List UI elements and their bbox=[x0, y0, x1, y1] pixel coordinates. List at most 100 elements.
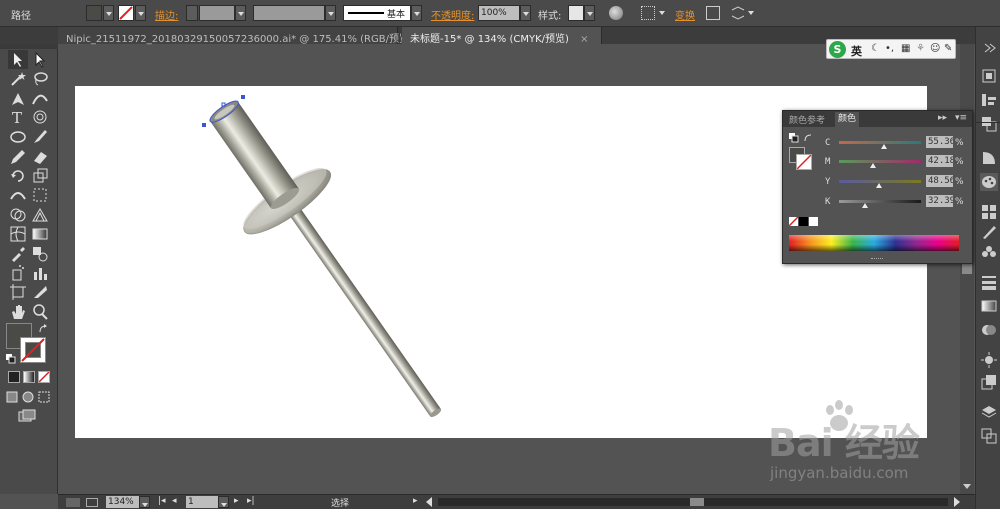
free-transform-tool-icon[interactable] bbox=[30, 185, 50, 204]
blend-tool-icon[interactable] bbox=[30, 244, 50, 263]
last-artboard-icon[interactable]: ▸| bbox=[247, 496, 255, 506]
draw-inside-icon[interactable] bbox=[38, 391, 50, 403]
brushes-panel-icon[interactable] bbox=[980, 223, 998, 241]
brush-dropdown[interactable] bbox=[411, 5, 422, 21]
swatches-panel-icon[interactable] bbox=[980, 203, 998, 221]
ime-punct-icon[interactable]: •, bbox=[885, 43, 894, 54]
zoom-level-input[interactable]: 134% bbox=[106, 496, 139, 508]
spiral-tool-icon[interactable] bbox=[30, 108, 50, 127]
zoom-dropdown[interactable] bbox=[139, 496, 150, 508]
panel-stroke-swatch[interactable] bbox=[796, 154, 812, 170]
stroke-color-swatch[interactable] bbox=[118, 5, 134, 21]
transform-panel-icon[interactable] bbox=[980, 67, 998, 85]
column-graph-tool-icon[interactable] bbox=[30, 263, 50, 282]
direct-selection-tool-icon[interactable] bbox=[30, 50, 50, 69]
draw-behind-icon[interactable] bbox=[22, 391, 34, 403]
zoom-tool-icon[interactable] bbox=[30, 302, 50, 321]
slider-track[interactable] bbox=[839, 200, 921, 203]
shape-builder-tool-icon[interactable] bbox=[8, 205, 28, 224]
slider-thumb[interactable] bbox=[862, 203, 869, 208]
stroke-weight-stepper[interactable] bbox=[186, 5, 198, 21]
anchor-point[interactable] bbox=[221, 102, 226, 107]
graphic-style-swatch[interactable] bbox=[568, 5, 584, 21]
document-tab-nipic[interactable]: Nipic_21511972_20180329150057236000.ai* … bbox=[58, 27, 432, 45]
transform-options-icon[interactable] bbox=[731, 6, 745, 20]
stroke-weight-label[interactable]: 描边: bbox=[155, 7, 178, 22]
mesh-tool-icon[interactable] bbox=[8, 224, 28, 243]
white-swatch[interactable] bbox=[809, 217, 818, 226]
stroke-weight-input[interactable] bbox=[199, 5, 235, 21]
collapse-panel-icon[interactable]: ▸▸ bbox=[938, 113, 947, 123]
slider-thumb[interactable] bbox=[870, 163, 877, 168]
variable-width-profile[interactable] bbox=[253, 5, 325, 21]
tab-close-icon[interactable]: × bbox=[580, 34, 588, 45]
document-tab-untitled-15[interactable]: 未标题-15* @ 134% (CMYK/预览) × bbox=[402, 27, 602, 45]
color-guide-panel-icon[interactable] bbox=[980, 149, 998, 167]
align-panel-icon[interactable] bbox=[980, 91, 998, 109]
color-panel-icon[interactable] bbox=[980, 173, 998, 191]
swap-fill-stroke-icon[interactable] bbox=[38, 324, 48, 334]
graphic-styles-panel-icon[interactable] bbox=[980, 373, 998, 391]
tab-color[interactable]: 颜色 bbox=[835, 112, 860, 127]
tab-color-guide[interactable]: 颜色参考 bbox=[789, 113, 825, 126]
magic-wand-tool-icon[interactable] bbox=[8, 69, 28, 88]
opacity-label[interactable]: 不透明度: bbox=[431, 7, 474, 22]
ime-mode-label[interactable]: 英 bbox=[851, 43, 862, 59]
draw-normal-icon[interactable] bbox=[6, 391, 18, 403]
slider-track[interactable] bbox=[839, 160, 921, 163]
layers-panel-icon[interactable] bbox=[980, 403, 998, 421]
symbol-sprayer-tool-icon[interactable] bbox=[8, 263, 28, 282]
scale-tool-icon[interactable] bbox=[30, 166, 50, 185]
status-export-icon[interactable] bbox=[86, 498, 98, 507]
scroll-down-icon[interactable] bbox=[963, 484, 971, 489]
none-swatch[interactable] bbox=[788, 216, 799, 227]
eyedropper-tool-icon[interactable] bbox=[8, 244, 28, 263]
align-dropdown[interactable] bbox=[657, 5, 668, 21]
perspective-grid-tool-icon[interactable] bbox=[30, 205, 50, 224]
slider-thumb[interactable] bbox=[881, 144, 888, 149]
symbols-panel-icon[interactable] bbox=[980, 243, 998, 261]
stroke-dropdown[interactable] bbox=[135, 5, 146, 21]
color-mode-button[interactable] bbox=[8, 371, 20, 383]
swap-colors-icon[interactable] bbox=[803, 133, 813, 143]
slider-value-input[interactable]: 42.18 bbox=[926, 155, 953, 167]
pathfinder-panel-icon[interactable] bbox=[980, 115, 998, 133]
none-mode-button[interactable] bbox=[38, 371, 50, 383]
transform-link[interactable]: 变换 bbox=[675, 7, 695, 22]
stroke-panel-icon[interactable] bbox=[980, 273, 998, 291]
brush-definition[interactable]: 基本 bbox=[343, 5, 411, 21]
opacity-dropdown[interactable] bbox=[520, 5, 531, 21]
gradient-tool-icon[interactable] bbox=[30, 224, 50, 243]
anchor-point[interactable] bbox=[241, 95, 245, 99]
recolor-artwork-icon[interactable] bbox=[609, 6, 623, 20]
scroll-right-icon[interactable] bbox=[953, 497, 961, 507]
previous-artboard-icon[interactable]: ◂ bbox=[172, 496, 177, 506]
ime-tools-icon[interactable]: ✎ bbox=[944, 43, 952, 54]
current-tool-label[interactable]: 选择 bbox=[331, 496, 349, 509]
artboards-panel-icon[interactable] bbox=[980, 427, 998, 445]
rotate-tool-icon[interactable] bbox=[8, 166, 28, 185]
black-swatch[interactable] bbox=[799, 217, 808, 226]
pen-tool-icon[interactable] bbox=[8, 89, 28, 108]
width-profile-dropdown[interactable] bbox=[325, 5, 336, 21]
slider-value-input[interactable]: 55.36 bbox=[926, 136, 953, 148]
isolate-object-icon[interactable] bbox=[706, 6, 720, 20]
first-artboard-icon[interactable]: |◂ bbox=[158, 496, 166, 506]
status-window-icon[interactable] bbox=[66, 498, 80, 507]
anchor-point[interactable] bbox=[202, 123, 206, 127]
default-fill-stroke-icon[interactable] bbox=[6, 354, 16, 364]
panel-resize-grip[interactable] bbox=[871, 258, 883, 261]
gradient-mode-button[interactable] bbox=[23, 371, 35, 383]
artboard-tool-icon[interactable] bbox=[8, 282, 28, 301]
curvature-tool-icon[interactable] bbox=[30, 89, 50, 108]
status-menu-icon[interactable]: ▸ bbox=[413, 496, 418, 506]
ellipse-tool-icon[interactable] bbox=[8, 127, 28, 146]
fill-dropdown[interactable] bbox=[103, 5, 114, 21]
ime-toolbar[interactable]: S 英 ☾ •, ▦ ⚘ ☺ ✎ bbox=[826, 39, 956, 59]
paintbrush-tool-icon[interactable] bbox=[30, 127, 50, 146]
graphic-style-dropdown[interactable] bbox=[584, 5, 595, 21]
artboard-dropdown[interactable] bbox=[218, 496, 229, 508]
eraser-tool-icon[interactable] bbox=[30, 147, 50, 166]
slider-value-input[interactable]: 32.39 bbox=[926, 195, 953, 207]
stroke-color-indicator[interactable] bbox=[20, 337, 46, 363]
